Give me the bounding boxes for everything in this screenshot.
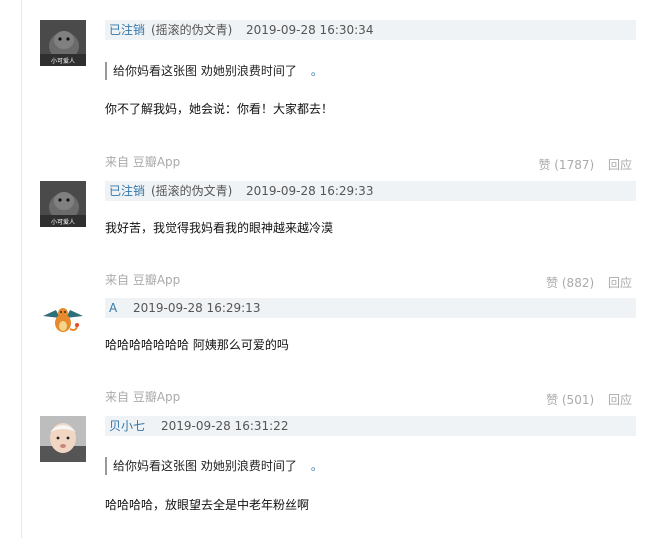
like-button[interactable]: 赞 (882) bbox=[546, 276, 594, 290]
left-border bbox=[21, 0, 22, 538]
avatar-caption: 小可爱人 bbox=[51, 57, 75, 65]
comment-header: 已注销 (摇滚的伪文青) 2019-09-28 16:30:34 bbox=[105, 20, 636, 40]
comment-time: 2019-09-28 16:29:33 bbox=[246, 184, 374, 198]
username-link[interactable]: 贝小七 bbox=[109, 418, 145, 434]
quote-link[interactable]: 。 bbox=[311, 64, 323, 78]
dragon-avatar-image bbox=[40, 298, 86, 344]
comment-source: 来自 豆瓣App bbox=[105, 273, 181, 287]
baby-avatar-image bbox=[40, 416, 86, 462]
reply-button[interactable]: 回应 bbox=[608, 276, 632, 290]
avatar[interactable]: 小可爱人 bbox=[40, 181, 86, 227]
avatar[interactable] bbox=[40, 298, 86, 344]
like-button[interactable]: 赞 (1787) bbox=[538, 158, 594, 172]
quoted-reply: 给你妈看这张图 劝她别浪费时间了。 bbox=[105, 62, 323, 80]
comment-time: 2019-09-28 16:30:34 bbox=[246, 23, 374, 37]
comment-actions: 赞 (1787) 回应 bbox=[528, 157, 632, 173]
comment-header: 已注销 (摇滚的伪文青) 2019-09-28 16:29:33 bbox=[105, 181, 636, 201]
username-link[interactable]: 已注销 bbox=[109, 183, 145, 199]
comment-source: 来自 豆瓣App bbox=[105, 390, 181, 404]
comment-time: 2019-09-28 16:31:22 bbox=[161, 419, 289, 433]
avatar[interactable]: 小可爱人 bbox=[40, 20, 86, 66]
avatar-caption: 小可爱人 bbox=[51, 218, 75, 226]
cat-avatar-image: 小可爱人 bbox=[40, 20, 86, 66]
avatar[interactable] bbox=[40, 416, 86, 462]
comment-text: 哈哈哈哈，放眼望去全是中老年粉丝啊 bbox=[105, 498, 310, 512]
like-button[interactable]: 赞 (501) bbox=[546, 393, 594, 407]
comment-header: 贝小七 2019-09-28 16:31:22 bbox=[105, 416, 636, 436]
comment-time: 2019-09-28 16:29:13 bbox=[133, 301, 261, 315]
quoted-text: 给你妈看这张图 劝她别浪费时间了 bbox=[113, 64, 297, 78]
quote-link[interactable]: 。 bbox=[311, 459, 323, 473]
comment-text: 哈哈哈哈哈哈哈 阿姨那么可爱的吗 bbox=[105, 338, 289, 352]
reply-button[interactable]: 回应 bbox=[608, 158, 632, 172]
comment-header: A 2019-09-28 16:29:13 bbox=[105, 298, 636, 318]
user-nickname: (摇滚的伪文青) bbox=[151, 184, 233, 198]
username-link[interactable]: A bbox=[109, 300, 117, 316]
cat-avatar-image: 小可爱人 bbox=[40, 181, 86, 227]
comment-source: 来自 豆瓣App bbox=[105, 155, 181, 169]
username-link[interactable]: 已注销 bbox=[109, 22, 145, 38]
reply-button[interactable]: 回应 bbox=[608, 393, 632, 407]
comment-text: 你不了解我妈，她会说：你看！大家都去！ bbox=[105, 102, 334, 116]
quoted-text: 给你妈看这张图 劝她别浪费时间了 bbox=[113, 459, 297, 473]
quoted-reply: 给你妈看这张图 劝她别浪费时间了。 bbox=[105, 457, 323, 475]
comment-text: 我好苦，我觉得我妈看我的眼神越来越冷漠 bbox=[105, 221, 334, 235]
user-nickname: (摇滚的伪文青) bbox=[151, 23, 233, 37]
comment-actions: 赞 (501) 回应 bbox=[536, 392, 632, 408]
comment-actions: 赞 (882) 回应 bbox=[536, 275, 632, 291]
